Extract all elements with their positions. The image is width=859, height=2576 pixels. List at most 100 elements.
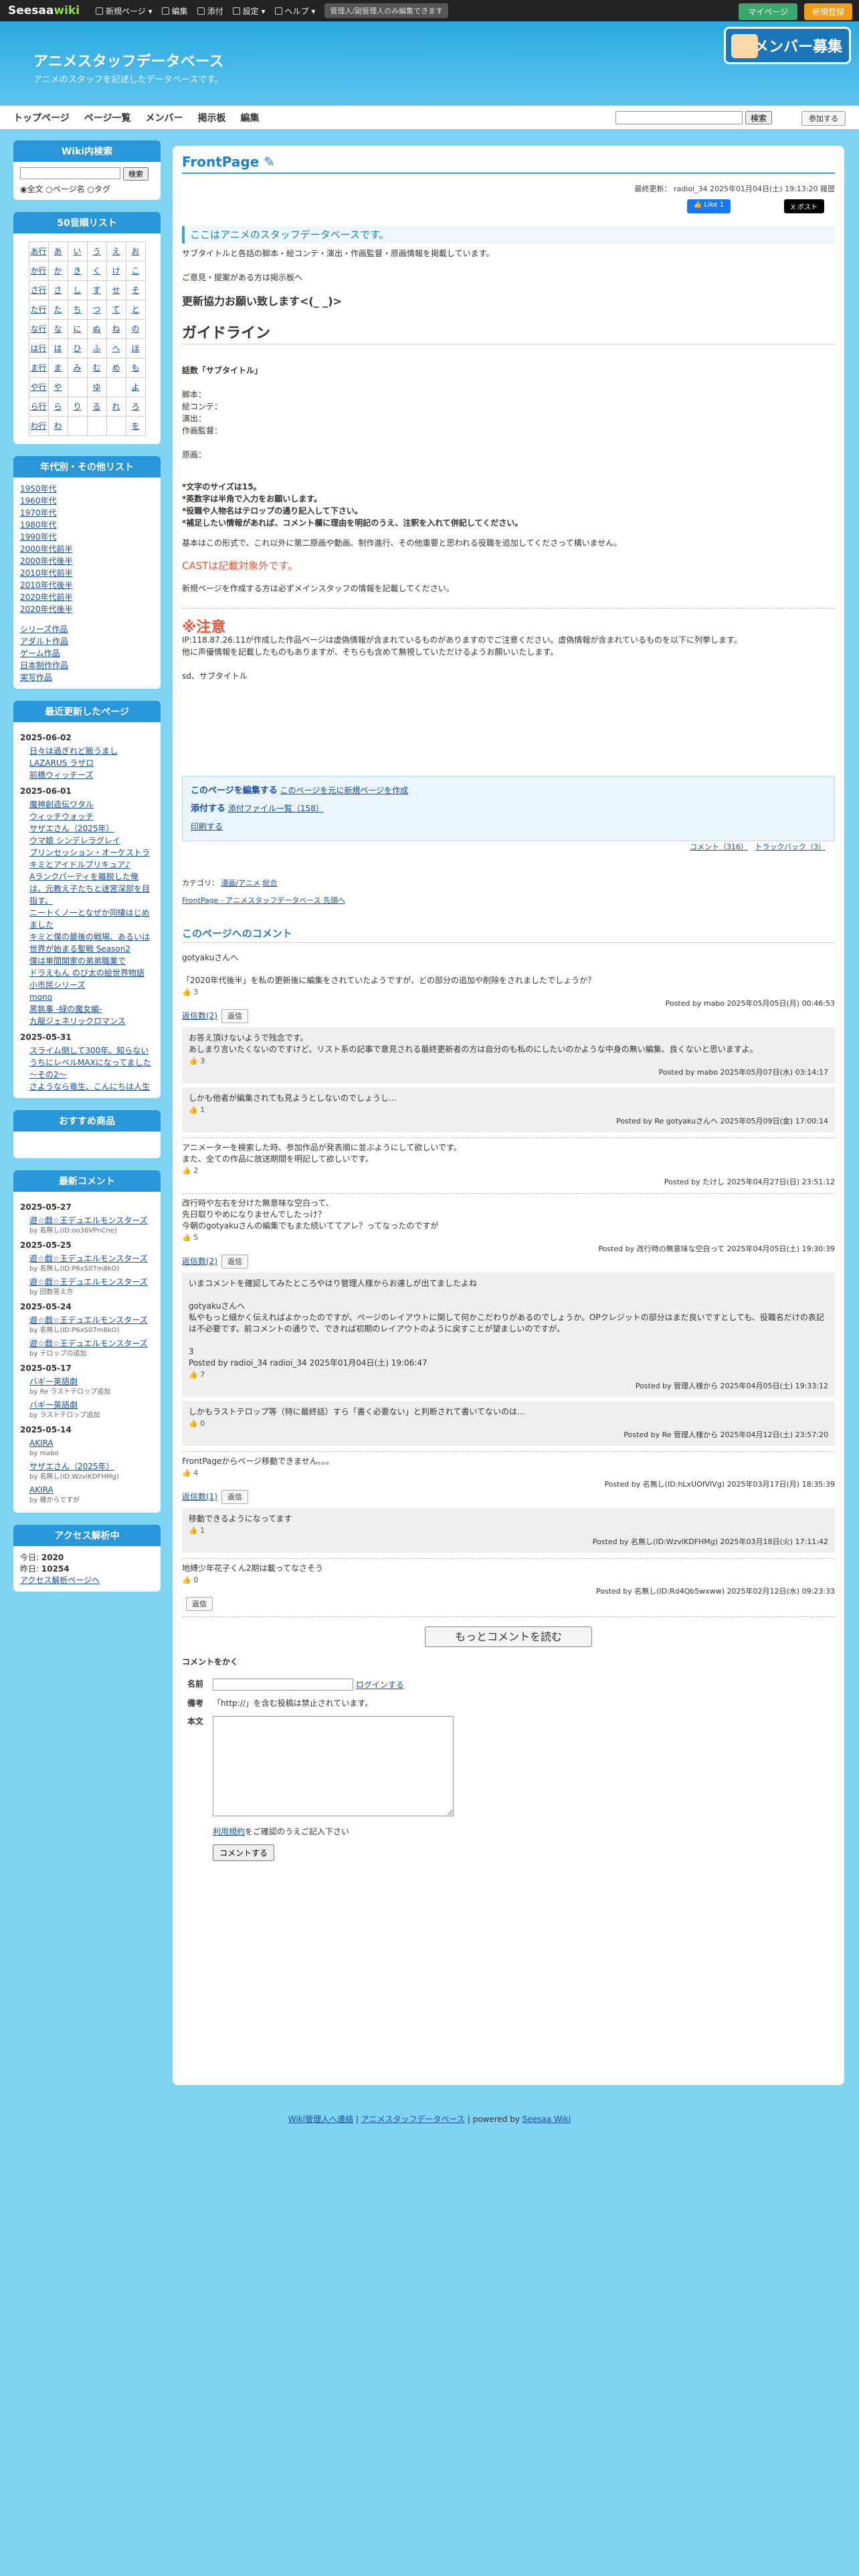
kana-link[interactable]: わ行 — [29, 420, 48, 432]
search-opt-tag[interactable]: ○タグ — [87, 185, 110, 194]
other-list-link[interactable]: アダルト作品 — [20, 635, 154, 647]
settings-menu[interactable]: 設定 ▾ — [232, 5, 266, 17]
recent-page-link[interactable]: mono — [20, 991, 154, 1003]
reply-button[interactable]: 返信 — [221, 1009, 248, 1023]
kana-link[interactable]: て — [107, 304, 126, 316]
recent-page-link[interactable]: さようなら竜生、こんにちは人生 — [20, 1081, 154, 1093]
kana-link[interactable]: も — [126, 362, 145, 374]
login-link[interactable]: ログインする — [356, 1681, 404, 1690]
like-count[interactable]: 👍 0 — [182, 1574, 835, 1586]
recent-page-link[interactable]: 魔神創造伝ワタル — [20, 798, 154, 811]
nav-page-list[interactable]: ページ一覧 — [84, 111, 131, 124]
reply-button[interactable]: 返信 — [221, 1255, 248, 1269]
kana-link[interactable]: け — [107, 265, 126, 277]
member-recruit-banner[interactable]: メンバー募集 — [724, 27, 851, 64]
submit-comment-button[interactable]: コメントする — [213, 1844, 275, 1861]
kana-link[interactable]: あ行 — [29, 245, 48, 257]
like-count[interactable]: 👍 1 — [189, 1104, 828, 1115]
kana-link[interactable]: ぬ — [88, 323, 106, 335]
kana-link[interactable]: わ — [49, 420, 68, 432]
replies-count-link[interactable]: 返信数(1) — [182, 1492, 217, 1501]
join-button[interactable]: 参加する — [801, 111, 846, 126]
x-post-button[interactable]: X ポスト — [783, 199, 824, 213]
like-button[interactable]: 👍 Like 1 — [686, 199, 731, 213]
kana-link[interactable]: む — [88, 362, 106, 374]
kana-link[interactable]: ら — [49, 401, 68, 413]
kana-link[interactable]: え — [107, 245, 126, 257]
nav-members[interactable]: メンバー — [145, 111, 183, 124]
recent-page-link[interactable]: ニートくノ一となぜか同棲はじめました — [20, 907, 154, 931]
kana-link[interactable]: さ — [49, 284, 68, 296]
kana-link[interactable]: つ — [88, 304, 106, 316]
year-link[interactable]: 2020年代前半 — [20, 591, 154, 603]
recent-page-link[interactable]: 小市民シリーズ — [20, 979, 154, 991]
kana-link[interactable]: そ — [126, 284, 145, 296]
trackback-link[interactable]: トラックバック（3） — [755, 843, 826, 851]
kana-link[interactable]: せ — [107, 284, 126, 296]
print-link[interactable]: 印刷する — [191, 822, 223, 831]
latest-comment-link[interactable]: 遊☆戯☆王デュエルモンスターズ — [20, 1276, 154, 1288]
year-link[interactable]: 2000年代前半 — [20, 543, 154, 555]
reply-button[interactable]: 返信 — [221, 1490, 248, 1504]
kana-link[interactable]: た — [49, 304, 68, 316]
like-count[interactable]: 👍 3 — [189, 1055, 828, 1067]
seesaa-wiki-link[interactable]: Seesaa Wiki — [522, 2115, 571, 2124]
kana-link[interactable]: や行 — [29, 381, 48, 393]
kana-link[interactable]: み — [68, 362, 87, 374]
access-link[interactable]: アクセス解析ページへ — [20, 1574, 154, 1586]
attach-list-link[interactable]: 添付ファイル一覧（158） — [228, 804, 324, 813]
latest-comment-link[interactable]: 遊☆戯☆王デュエルモンスターズ — [20, 1314, 154, 1326]
search-opt-page[interactable]: ○ページ名 — [45, 185, 84, 194]
year-link[interactable]: 1990年代 — [20, 531, 154, 543]
new-page-menu[interactable]: 新規ページ ▾ — [96, 5, 153, 17]
kana-link[interactable]: る — [88, 401, 106, 413]
latest-comment-link[interactable]: バギー英語劇 — [20, 1399, 154, 1411]
kana-link[interactable]: ね — [107, 323, 126, 335]
comment-textarea[interactable] — [213, 1715, 454, 1816]
kana-link[interactable]: あ — [49, 245, 68, 257]
header-search-input[interactable] — [615, 111, 743, 124]
kana-link[interactable]: な — [49, 323, 68, 335]
like-count[interactable]: 👍 1 — [189, 1525, 828, 1536]
name-field[interactable] — [213, 1679, 354, 1691]
recent-page-link[interactable]: LAZARUS ラザロ — [20, 757, 154, 769]
replies-count-link[interactable]: 返信数(2) — [182, 1011, 217, 1021]
wiki-search-input[interactable] — [20, 167, 120, 179]
kana-link[interactable]: の — [126, 323, 145, 335]
kana-link[interactable]: ふ — [88, 342, 106, 354]
year-link[interactable]: 1950年代 — [20, 483, 154, 495]
kana-link[interactable]: さ行 — [29, 284, 48, 296]
kana-link[interactable]: り — [68, 401, 87, 413]
more-comments-button[interactable]: もっとコメントを読む — [425, 1626, 592, 1647]
recent-page-link[interactable]: Aランクパーティを離脱した俺は、元教え子たちと迷宮深部を目指す。 — [20, 871, 154, 907]
site-title[interactable]: アニメスタッフデータベース — [33, 49, 223, 71]
nav-bbs[interactable]: 掲示板 — [197, 111, 225, 124]
breadcrumb-link[interactable]: FrontPage - アニメスタッフデータベース 先頭へ — [182, 896, 345, 905]
kana-link[interactable]: よ — [126, 381, 145, 393]
footer-wiki-link[interactable]: アニメスタッフデータベース — [361, 2115, 465, 2124]
kana-link[interactable]: う — [88, 245, 106, 257]
other-list-link[interactable]: シリーズ作品 — [20, 623, 154, 635]
kana-link[interactable]: た行 — [29, 304, 48, 316]
like-count[interactable]: 👍 5 — [182, 1232, 835, 1243]
register-button[interactable]: 新規登録 — [803, 3, 852, 20]
year-link[interactable]: 1960年代 — [20, 495, 154, 507]
kana-link[interactable]: ひ — [68, 342, 87, 354]
year-link[interactable]: 1980年代 — [20, 519, 154, 531]
kana-link[interactable]: な行 — [29, 323, 48, 335]
mypage-button[interactable]: マイページ — [739, 3, 797, 20]
kana-link[interactable]: に — [68, 323, 87, 335]
kana-link[interactable]: ろ — [126, 401, 145, 413]
recent-page-link[interactable]: スライム倒して300年、知らないうちにレベルMAXになってました ～その2～ — [20, 1045, 154, 1081]
pencil-icon[interactable]: ✎ — [264, 154, 275, 170]
like-count[interactable]: 👍 3 — [182, 986, 835, 998]
kana-link[interactable]: か — [49, 265, 68, 277]
year-link[interactable]: 2000年代後半 — [20, 555, 154, 567]
year-link[interactable]: 1970年代 — [20, 507, 154, 519]
reply-button[interactable]: 返信 — [186, 1597, 213, 1611]
kana-link[interactable]: は — [49, 342, 68, 354]
terms-link[interactable]: 利用規約 — [213, 1827, 245, 1836]
help-menu[interactable]: ヘルプ ▾ — [274, 5, 315, 17]
attach-link[interactable]: 添付する — [191, 804, 225, 814]
like-count[interactable]: 👍 7 — [189, 1369, 828, 1380]
